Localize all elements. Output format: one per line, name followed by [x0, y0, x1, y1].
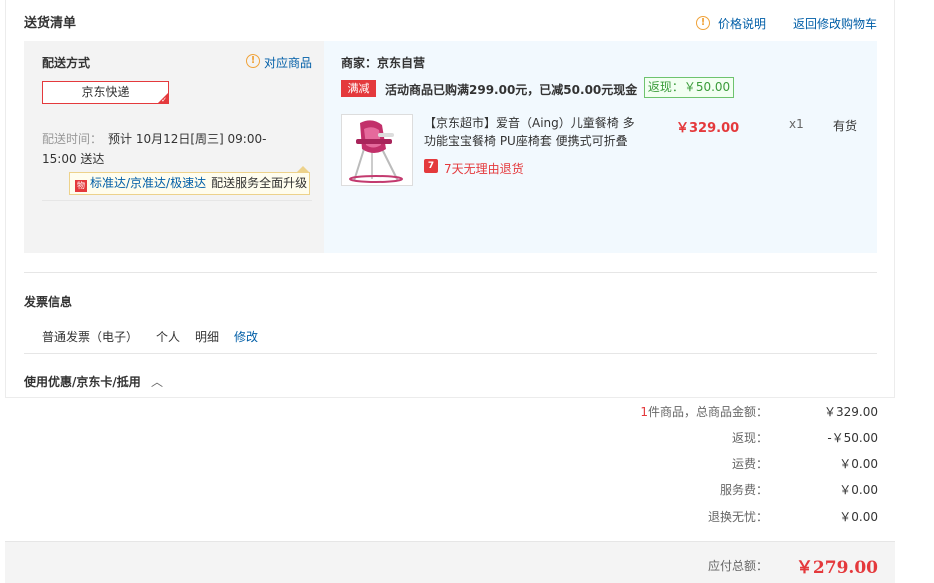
product-name-line2: 功能宝宝餐椅 PU座椅套 便携式可折叠	[424, 134, 628, 148]
promo-badge: 满减	[341, 80, 376, 97]
product-image[interactable]	[341, 114, 413, 186]
goods-count: 1	[640, 405, 648, 419]
warning-icon: !	[696, 16, 710, 30]
invoice-label: 发票信息	[24, 295, 73, 309]
return-policy-icon: 7	[424, 159, 438, 173]
divider	[24, 353, 877, 354]
freight-value: ￥0.00	[839, 457, 878, 471]
product-name-link[interactable]: 【京东超市】爱音（Aing）儿童餐椅 多 功能宝宝餐椅 PU座椅套 便携式可折叠	[424, 114, 639, 150]
jd-express-option[interactable]: 京东快递 ✓	[42, 81, 169, 104]
invoice-edit-link[interactable]: 修改	[234, 328, 258, 345]
goods-total-label: 1件商品，总商品金额：	[628, 403, 768, 420]
promo-text: 活动商品已购满299.00元，已减50.00元现金	[385, 83, 638, 97]
delivery-list-title: 送货清单	[24, 16, 77, 31]
delivery-upgrade-text: 配送服务全面升级	[211, 176, 308, 190]
divider	[42, 200, 312, 201]
cashback-value: -￥50.00	[827, 431, 878, 445]
high-chair-icon	[349, 120, 403, 183]
cashback-badge: 返现：￥50.00	[644, 77, 734, 98]
invoice-owner: 个人	[156, 330, 181, 344]
coupon-label: 使用优惠/京东卡/抵用	[24, 375, 141, 389]
delivery-time-line1: 预计 10月12日[周三] 09:00-	[108, 132, 267, 146]
shipping-method-label: 配送方式	[42, 56, 91, 70]
express-option-label: 京东快递	[81, 85, 130, 99]
service-fee-label: 服务费：	[719, 483, 768, 497]
chevron-up-icon: ︿	[150, 375, 163, 389]
delivery-time-label: 配送时间：	[42, 132, 103, 146]
check-icon: ✓	[161, 96, 167, 104]
invoice-content: 明细	[195, 330, 220, 344]
delivery-time-line2: 15:00 送达	[42, 152, 105, 166]
price-note-link[interactable]: 价格说明	[718, 15, 766, 32]
jd-badge-icon: 物	[75, 180, 87, 192]
worry-free-value: ￥0.00	[839, 510, 878, 524]
shipping-panel	[24, 41, 324, 253]
freight-label: 运费：	[731, 457, 768, 471]
goods-total-value: ￥329.00	[824, 405, 878, 419]
product-quantity: x1	[789, 117, 804, 131]
back-to-cart-link[interactable]: 返回修改购物车	[793, 15, 877, 32]
product-price: ￥329.00	[676, 121, 740, 136]
service-fee-value: ￥0.00	[839, 483, 878, 497]
product-name-line1: 【京东超市】爱音（Aing）儿童餐椅 多	[424, 116, 635, 130]
payable-label: 应付总额：	[707, 559, 768, 573]
warning-icon: !	[246, 54, 260, 68]
stock-status: 有货	[833, 119, 858, 133]
cashback-label: 返现：	[731, 431, 768, 445]
divider	[24, 272, 877, 273]
merchant-name: 商家：京东自营	[341, 56, 426, 70]
delivery-upgrade-tip: 物标准达/京准达/极速达 配送服务全面升级	[69, 172, 310, 195]
worry-free-label: 退换无忧：	[707, 510, 768, 524]
delivery-types-link[interactable]: 标准达/京准达/极速达	[90, 176, 206, 190]
match-goods-link[interactable]: 对应商品	[264, 54, 312, 71]
coupon-toggle[interactable]: 使用优惠/京东卡/抵用 ︿	[24, 373, 163, 390]
goods-count-suffix: 件商品，总商品金额：	[647, 405, 768, 419]
invoice-type: 普通发票（电子）	[42, 330, 139, 344]
payable-value: ￥279.00	[795, 558, 878, 578]
return-policy-text: 7天无理由退货	[444, 162, 524, 176]
